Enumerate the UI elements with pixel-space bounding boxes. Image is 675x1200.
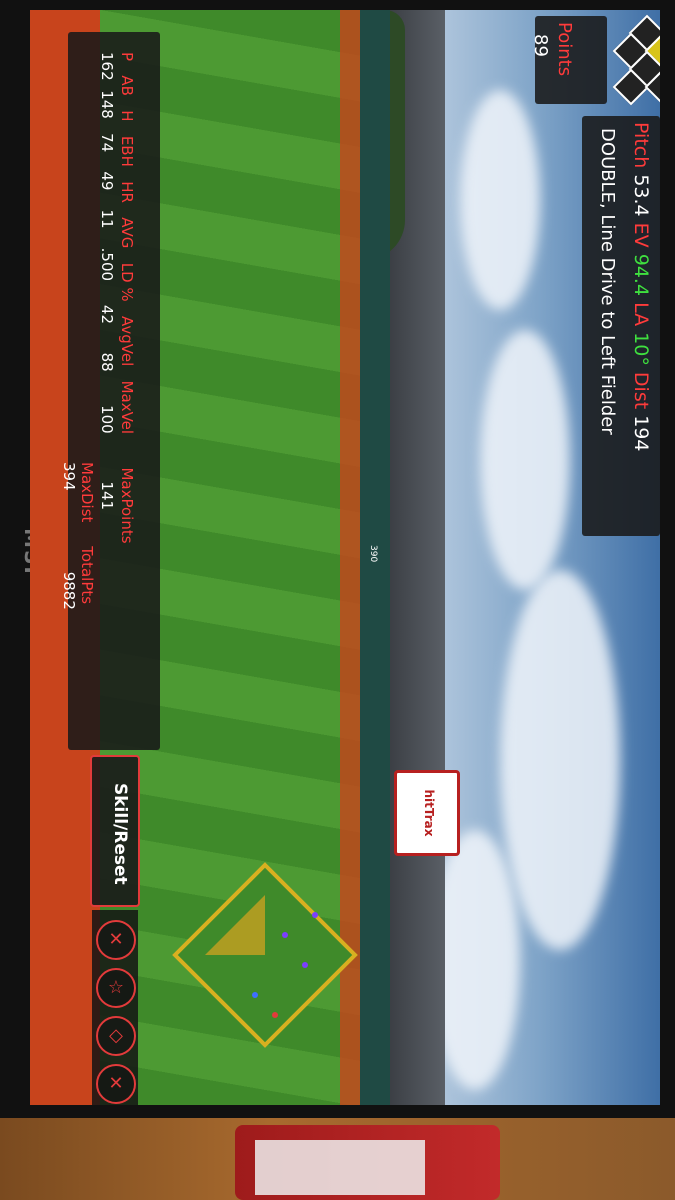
spray-chart-minimap [172,862,358,1048]
dist-value: 194 [630,415,652,452]
points-value: 89 [530,34,551,57]
minimap-hit [302,962,308,968]
hittrax-scoreboard: hitTrax [394,770,460,856]
hit-result: DOUBLE, Line Drive to Left Fielder [597,128,618,435]
stats-values-bottom: 394 9882 [60,462,78,610]
minimap-hit [252,992,258,998]
skill-reset-button[interactable]: Skill/Reset [90,755,140,907]
stats-labels-bottom: MaxDist TotalPts [78,462,96,605]
pitch-label: Pitch [630,122,652,169]
points-panel: Points 89 [530,16,607,104]
ev-value: 94.4 [630,253,652,297]
minimap-hit [312,912,318,918]
pitch-metrics-line: Pitch 53.4 EV 94.4 LA 10° Dist 194 [630,122,652,451]
minimap-hit [282,932,288,938]
ev-label: EV [630,222,652,248]
la-label: LA [630,302,652,327]
game-screen: hitTrax 390 Points 89 Pitch 53.4 EV 94.4… [30,10,660,1105]
stats-panel: P AB H EBH HR AVG LD % AvgVel MaxVel Max… [60,32,160,750]
stats-labels-top: P AB H EBH HR AVG LD % AvgVel MaxVel Max… [118,52,136,544]
skill-reset-label: Skill/Reset [110,783,130,885]
minimap-hit [272,1012,278,1018]
hittrax-logo-icon [612,14,660,108]
diamond-field-icon[interactable]: ◇ [96,1016,136,1056]
la-value: 10° [630,332,652,366]
fence-distance: 390 [368,545,378,563]
mute-icon[interactable]: ✕ [96,920,136,960]
pitch-value: 53.4 [630,174,652,217]
stats-values-top: 162 148 74 49 11 .500 42 88 100 141 [98,52,116,511]
monitor-bezel: MSI hitTrax 390 Points 89 [0,0,675,1120]
points-label: Points [554,22,575,77]
snack-bag [235,1125,500,1200]
star-icon[interactable]: ☆ [96,968,136,1008]
close-icon[interactable]: ✕ [96,1064,136,1104]
pitch-info-panel: Pitch 53.4 EV 94.4 LA 10° Dist 194 DOUBL… [582,116,660,536]
dist-label: Dist [630,371,652,410]
